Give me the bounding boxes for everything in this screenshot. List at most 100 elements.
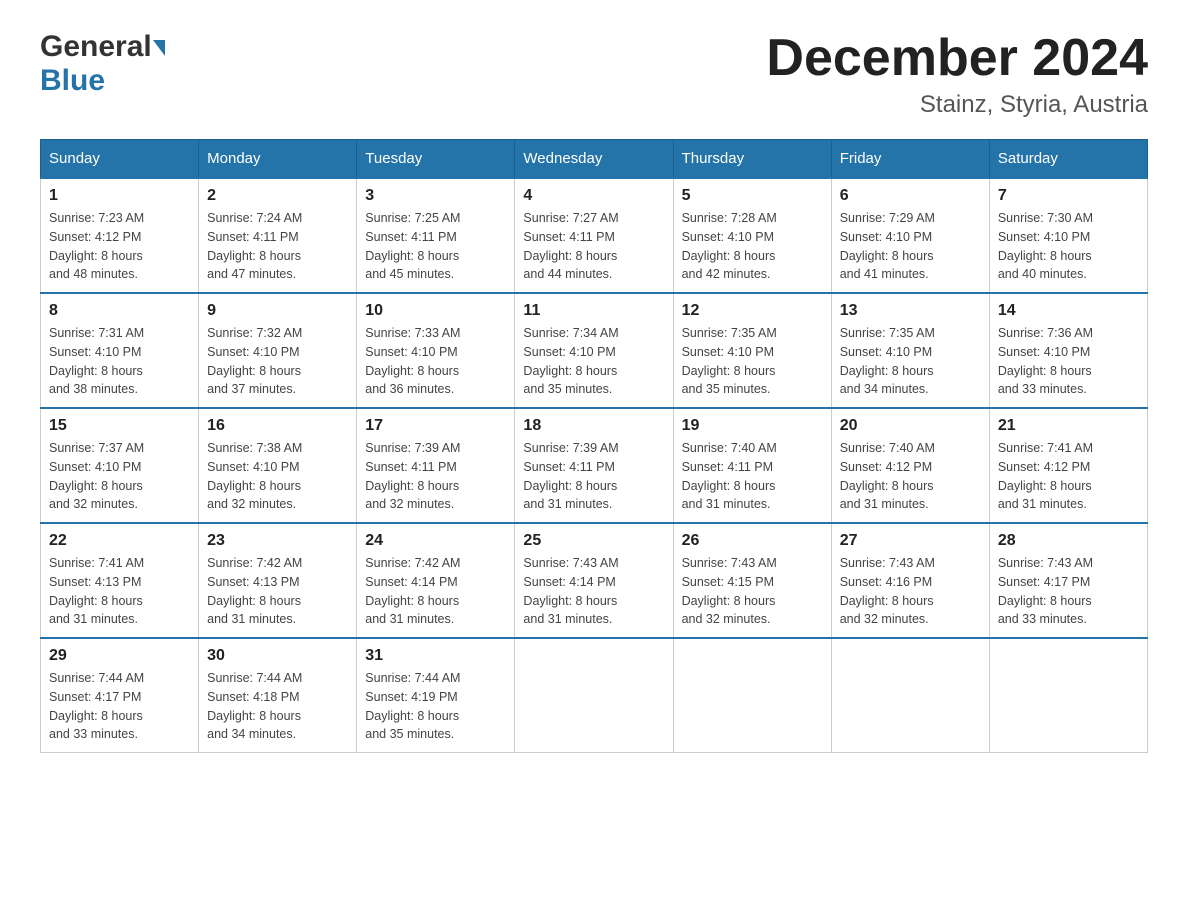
week-row-4: 22 Sunrise: 7:41 AM Sunset: 4:13 PM Dayl… xyxy=(41,523,1148,638)
day-number: 22 xyxy=(49,532,190,550)
day-cell: 25 Sunrise: 7:43 AM Sunset: 4:14 PM Dayl… xyxy=(515,523,673,638)
calendar-header-row: SundayMondayTuesdayWednesdayThursdayFrid… xyxy=(41,140,1148,179)
day-number: 19 xyxy=(682,417,823,435)
day-info: Sunrise: 7:44 AM Sunset: 4:18 PM Dayligh… xyxy=(207,669,348,744)
day-info: Sunrise: 7:33 AM Sunset: 4:10 PM Dayligh… xyxy=(365,324,506,399)
day-info: Sunrise: 7:27 AM Sunset: 4:11 PM Dayligh… xyxy=(523,209,664,284)
day-info: Sunrise: 7:31 AM Sunset: 4:10 PM Dayligh… xyxy=(49,324,190,399)
day-number: 9 xyxy=(207,302,348,320)
day-cell xyxy=(515,638,673,753)
day-info: Sunrise: 7:44 AM Sunset: 4:19 PM Dayligh… xyxy=(365,669,506,744)
day-info: Sunrise: 7:36 AM Sunset: 4:10 PM Dayligh… xyxy=(998,324,1139,399)
day-cell: 20 Sunrise: 7:40 AM Sunset: 4:12 PM Dayl… xyxy=(831,408,989,523)
day-cell xyxy=(989,638,1147,753)
day-cell: 2 Sunrise: 7:24 AM Sunset: 4:11 PM Dayli… xyxy=(199,178,357,293)
day-cell: 9 Sunrise: 7:32 AM Sunset: 4:10 PM Dayli… xyxy=(199,293,357,408)
column-header-monday: Monday xyxy=(199,140,357,179)
day-number: 12 xyxy=(682,302,823,320)
day-number: 2 xyxy=(207,187,348,205)
day-cell: 10 Sunrise: 7:33 AM Sunset: 4:10 PM Dayl… xyxy=(357,293,515,408)
day-info: Sunrise: 7:34 AM Sunset: 4:10 PM Dayligh… xyxy=(523,324,664,399)
day-info: Sunrise: 7:24 AM Sunset: 4:11 PM Dayligh… xyxy=(207,209,348,284)
day-cell: 1 Sunrise: 7:23 AM Sunset: 4:12 PM Dayli… xyxy=(41,178,199,293)
day-number: 24 xyxy=(365,532,506,550)
day-number: 11 xyxy=(523,302,664,320)
day-number: 20 xyxy=(840,417,981,435)
day-cell: 3 Sunrise: 7:25 AM Sunset: 4:11 PM Dayli… xyxy=(357,178,515,293)
column-header-wednesday: Wednesday xyxy=(515,140,673,179)
page-header: General Blue December 2024 Stainz, Styri… xyxy=(40,30,1148,119)
day-info: Sunrise: 7:40 AM Sunset: 4:11 PM Dayligh… xyxy=(682,439,823,514)
day-cell: 28 Sunrise: 7:43 AM Sunset: 4:17 PM Dayl… xyxy=(989,523,1147,638)
column-header-friday: Friday xyxy=(831,140,989,179)
day-cell: 16 Sunrise: 7:38 AM Sunset: 4:10 PM Dayl… xyxy=(199,408,357,523)
day-number: 13 xyxy=(840,302,981,320)
week-row-3: 15 Sunrise: 7:37 AM Sunset: 4:10 PM Dayl… xyxy=(41,408,1148,523)
day-info: Sunrise: 7:35 AM Sunset: 4:10 PM Dayligh… xyxy=(682,324,823,399)
day-number: 21 xyxy=(998,417,1139,435)
day-number: 23 xyxy=(207,532,348,550)
day-info: Sunrise: 7:40 AM Sunset: 4:12 PM Dayligh… xyxy=(840,439,981,514)
day-cell xyxy=(673,638,831,753)
logo-general: General xyxy=(40,30,152,64)
day-cell: 21 Sunrise: 7:41 AM Sunset: 4:12 PM Dayl… xyxy=(989,408,1147,523)
day-info: Sunrise: 7:43 AM Sunset: 4:17 PM Dayligh… xyxy=(998,554,1139,629)
day-number: 1 xyxy=(49,187,190,205)
day-info: Sunrise: 7:38 AM Sunset: 4:10 PM Dayligh… xyxy=(207,439,348,514)
week-row-1: 1 Sunrise: 7:23 AM Sunset: 4:12 PM Dayli… xyxy=(41,178,1148,293)
day-number: 27 xyxy=(840,532,981,550)
day-info: Sunrise: 7:25 AM Sunset: 4:11 PM Dayligh… xyxy=(365,209,506,284)
column-header-sunday: Sunday xyxy=(41,140,199,179)
day-number: 17 xyxy=(365,417,506,435)
day-info: Sunrise: 7:30 AM Sunset: 4:10 PM Dayligh… xyxy=(998,209,1139,284)
day-cell: 6 Sunrise: 7:29 AM Sunset: 4:10 PM Dayli… xyxy=(831,178,989,293)
logo: General Blue xyxy=(40,30,165,98)
day-info: Sunrise: 7:23 AM Sunset: 4:12 PM Dayligh… xyxy=(49,209,190,284)
day-info: Sunrise: 7:37 AM Sunset: 4:10 PM Dayligh… xyxy=(49,439,190,514)
day-cell: 14 Sunrise: 7:36 AM Sunset: 4:10 PM Dayl… xyxy=(989,293,1147,408)
day-cell: 23 Sunrise: 7:42 AM Sunset: 4:13 PM Dayl… xyxy=(199,523,357,638)
day-info: Sunrise: 7:42 AM Sunset: 4:14 PM Dayligh… xyxy=(365,554,506,629)
day-cell: 17 Sunrise: 7:39 AM Sunset: 4:11 PM Dayl… xyxy=(357,408,515,523)
column-header-thursday: Thursday xyxy=(673,140,831,179)
day-number: 7 xyxy=(998,187,1139,205)
day-number: 28 xyxy=(998,532,1139,550)
day-cell: 24 Sunrise: 7:42 AM Sunset: 4:14 PM Dayl… xyxy=(357,523,515,638)
day-number: 25 xyxy=(523,532,664,550)
day-cell: 8 Sunrise: 7:31 AM Sunset: 4:10 PM Dayli… xyxy=(41,293,199,408)
day-cell: 18 Sunrise: 7:39 AM Sunset: 4:11 PM Dayl… xyxy=(515,408,673,523)
day-info: Sunrise: 7:35 AM Sunset: 4:10 PM Dayligh… xyxy=(840,324,981,399)
location-title: Stainz, Styria, Austria xyxy=(766,91,1148,119)
calendar-table: SundayMondayTuesdayWednesdayThursdayFrid… xyxy=(40,139,1148,753)
day-number: 18 xyxy=(523,417,664,435)
title-section: December 2024 Stainz, Styria, Austria xyxy=(766,30,1148,119)
day-info: Sunrise: 7:39 AM Sunset: 4:11 PM Dayligh… xyxy=(523,439,664,514)
day-info: Sunrise: 7:28 AM Sunset: 4:10 PM Dayligh… xyxy=(682,209,823,284)
logo-triangle-icon xyxy=(153,40,165,56)
day-info: Sunrise: 7:42 AM Sunset: 4:13 PM Dayligh… xyxy=(207,554,348,629)
day-number: 4 xyxy=(523,187,664,205)
day-info: Sunrise: 7:44 AM Sunset: 4:17 PM Dayligh… xyxy=(49,669,190,744)
day-cell: 7 Sunrise: 7:30 AM Sunset: 4:10 PM Dayli… xyxy=(989,178,1147,293)
day-cell: 5 Sunrise: 7:28 AM Sunset: 4:10 PM Dayli… xyxy=(673,178,831,293)
day-number: 31 xyxy=(365,647,506,665)
day-cell: 4 Sunrise: 7:27 AM Sunset: 4:11 PM Dayli… xyxy=(515,178,673,293)
day-number: 6 xyxy=(840,187,981,205)
day-number: 3 xyxy=(365,187,506,205)
logo-blue: Blue xyxy=(40,64,105,97)
day-cell: 19 Sunrise: 7:40 AM Sunset: 4:11 PM Dayl… xyxy=(673,408,831,523)
week-row-2: 8 Sunrise: 7:31 AM Sunset: 4:10 PM Dayli… xyxy=(41,293,1148,408)
day-cell: 26 Sunrise: 7:43 AM Sunset: 4:15 PM Dayl… xyxy=(673,523,831,638)
day-cell: 12 Sunrise: 7:35 AM Sunset: 4:10 PM Dayl… xyxy=(673,293,831,408)
day-cell: 22 Sunrise: 7:41 AM Sunset: 4:13 PM Dayl… xyxy=(41,523,199,638)
day-cell: 11 Sunrise: 7:34 AM Sunset: 4:10 PM Dayl… xyxy=(515,293,673,408)
month-title: December 2024 xyxy=(766,30,1148,87)
day-number: 10 xyxy=(365,302,506,320)
day-number: 16 xyxy=(207,417,348,435)
day-number: 14 xyxy=(998,302,1139,320)
day-cell: 27 Sunrise: 7:43 AM Sunset: 4:16 PM Dayl… xyxy=(831,523,989,638)
day-number: 15 xyxy=(49,417,190,435)
day-number: 29 xyxy=(49,647,190,665)
day-cell: 30 Sunrise: 7:44 AM Sunset: 4:18 PM Dayl… xyxy=(199,638,357,753)
day-info: Sunrise: 7:43 AM Sunset: 4:16 PM Dayligh… xyxy=(840,554,981,629)
